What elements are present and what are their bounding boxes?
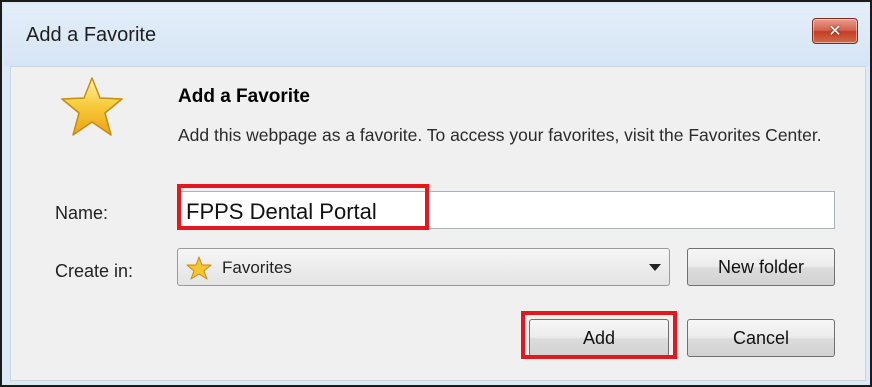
create-in-dropdown[interactable]: Favorites [177,248,670,286]
dialog-description: Add this webpage as a favorite. To acces… [178,125,822,145]
window-title: Add a Favorite [26,24,157,46]
close-button[interactable]: ✕ [812,18,858,44]
add-button[interactable]: Add [529,319,669,357]
dialog-heading: Add a Favorite [178,86,310,107]
add-favorite-dialog: Add a Favorite ✕ Add a Favorite Add this… [0,0,872,387]
title-bar[interactable]: Add a Favorite ✕ [4,4,870,66]
star-icon [61,77,123,136]
name-input-value: FPPS Dental Portal [186,199,377,224]
dialog-content: Add a Favorite Add this webpage as a fav… [10,66,866,381]
create-in-selected: Favorites [222,258,292,277]
name-input[interactable]: FPPS Dental Portal [177,191,835,229]
close-icon: ✕ [828,21,842,40]
chevron-down-icon[interactable] [649,264,661,271]
cancel-button[interactable]: Cancel [687,319,835,357]
name-label: Name: [55,203,109,223]
new-folder-button[interactable]: New folder [687,248,835,286]
favorites-star-icon [186,256,212,280]
create-in-label: Create in: [55,261,134,281]
